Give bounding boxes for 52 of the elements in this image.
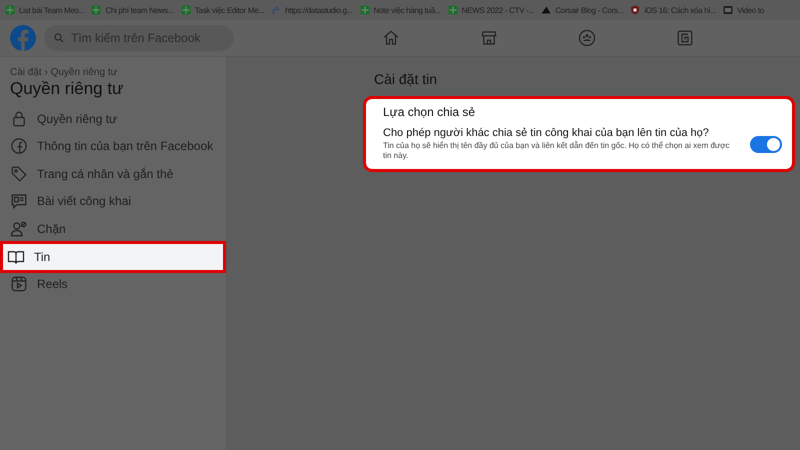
- film-icon: [722, 4, 734, 16]
- bookmark-label: Task việc Editor Me...: [194, 6, 264, 14]
- bookmark-label: https://datastudio.g...: [285, 6, 353, 14]
- bookmark-link[interactable]: Task việc Editor Me...: [180, 4, 264, 16]
- bookmark-label: Video to: [737, 6, 764, 14]
- bookmark-link[interactable]: NEWS 2022 - CTV -...: [446, 4, 534, 16]
- sheet-icon: [446, 4, 459, 16]
- sidebar-item[interactable]: Chặn: [0, 215, 226, 242]
- bookmark-label: Corsair Blog - Cors...: [555, 6, 624, 14]
- bookmark-link[interactable]: https://datastudio.g...: [270, 4, 353, 16]
- bookmark-link[interactable]: Chi phí team News...: [90, 4, 174, 16]
- sidebar-item[interactable]: Trang cá nhân và gắn thẻ: [0, 160, 226, 188]
- sheet-icon: [180, 4, 192, 16]
- post-icon: [10, 192, 28, 210]
- bookmark-link[interactable]: Video to: [722, 4, 764, 16]
- person-block-icon: [10, 220, 28, 238]
- bookmark-label: List bài Team Meo...: [19, 6, 84, 14]
- store-icon: [480, 29, 498, 47]
- tag-icon: [10, 164, 28, 183]
- bookmark-link[interactable]: Note việc hàng tuầ...: [358, 4, 441, 16]
- bookmark-label: iOS 16: Cách xóa hì...: [644, 6, 716, 14]
- sidebar-item[interactable]: Thông tin của bạn trên Facebook: [0, 132, 226, 160]
- bookmark-link[interactable]: Corsair Blog - Cors...: [540, 4, 624, 16]
- bookmark-link[interactable]: List bài Team Meo...: [4, 4, 84, 16]
- bookmark-link[interactable]: iOS 16: Cách xóa hì...: [629, 4, 716, 16]
- lock-icon: [10, 110, 28, 128]
- sidebar-item[interactable]: Reels: [0, 270, 226, 298]
- sheet-icon: [90, 4, 102, 16]
- search-icon: [53, 32, 65, 44]
- sidebar-item[interactable]: Tin: [0, 240, 226, 272]
- sheet-icon: [358, 4, 371, 16]
- bookmark-label: Chi phí team News...: [105, 6, 174, 14]
- facebook-icon: [10, 137, 28, 156]
- home-icon: [382, 29, 400, 47]
- setting-description: Tin của họ sẽ hiển thị tên đầy đủ của bạn và liên kết dẫn đến tin gốc. Họ có thể chọn ai xem được tin này.: [383, 141, 731, 161]
- sheet-icon: [4, 4, 16, 16]
- square-glyph-icon: [676, 29, 694, 47]
- sail-icon: [540, 4, 552, 16]
- toggle-switch[interactable]: [750, 136, 782, 152]
- facebook-logo: [10, 25, 36, 51]
- group-icon: [578, 29, 596, 47]
- reels-icon: [10, 275, 28, 294]
- bookmark-label: Note việc hàng tuầ...: [374, 6, 441, 14]
- sidebar-item[interactable]: Bài viết công khai: [0, 188, 226, 215]
- section-heading: Cài đặt tin: [374, 71, 438, 87]
- breadcrumb: Cài đặt › Quyền riêng tư: [10, 67, 118, 78]
- card-title: Lựa chọn chia sẻ: [383, 105, 476, 119]
- shield-icon: [629, 4, 642, 16]
- sidebar-item[interactable]: Quyền riêng tư: [0, 105, 226, 132]
- bookmark-label: NEWS 2022 - CTV -...: [462, 6, 534, 14]
- page-title: Quyền riêng tư: [10, 79, 124, 99]
- setting-label: Cho phép người khác chia sẻ tin công khai của bạn lên tin của họ?: [383, 127, 710, 139]
